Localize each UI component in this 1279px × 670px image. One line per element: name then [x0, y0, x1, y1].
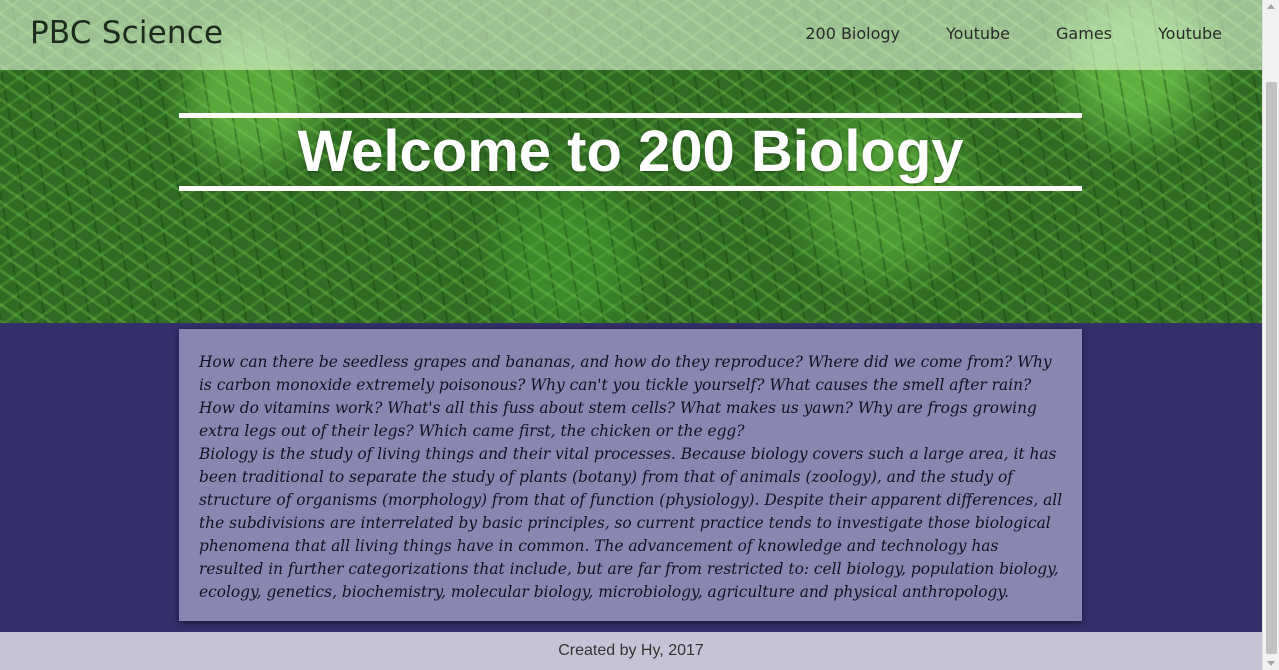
nav-links: 200 Biology Youtube Games Youtube [805, 24, 1222, 43]
hero-title: Welcome to 200 Biology [297, 119, 964, 184]
brand-logo[interactable]: PBC Science [30, 15, 223, 51]
nav-link-youtube[interactable]: Youtube [946, 24, 1010, 43]
navbar: PBC Science 200 Biology Youtube Games Yo… [0, 0, 1262, 70]
scroll-up-icon[interactable] [1267, 4, 1275, 9]
scroll-down-icon[interactable] [1267, 661, 1275, 666]
description-paragraph: Biology is the study of living things an… [199, 445, 1063, 601]
hero-title-frame: Welcome to 200 Biology [179, 113, 1082, 191]
scroll-thumb[interactable] [1266, 82, 1277, 654]
page: PBC Science 200 Biology Youtube Games Yo… [0, 0, 1262, 670]
footer-text: Created by Hy, 2017 [558, 642, 704, 659]
vertical-scrollbar[interactable] [1262, 0, 1279, 670]
nav-link-games[interactable]: Games [1056, 24, 1112, 43]
hero-banner: PBC Science 200 Biology Youtube Games Yo… [0, 0, 1262, 323]
nav-link-youtube-2[interactable]: Youtube [1158, 24, 1222, 43]
nav-link-200-biology[interactable]: 200 Biology [805, 24, 900, 43]
footer: Created by Hy, 2017 [0, 632, 1262, 670]
questions-paragraph: How can there be seedless grapes and ban… [199, 353, 1052, 440]
content-card: How can there be seedless grapes and ban… [179, 329, 1082, 621]
